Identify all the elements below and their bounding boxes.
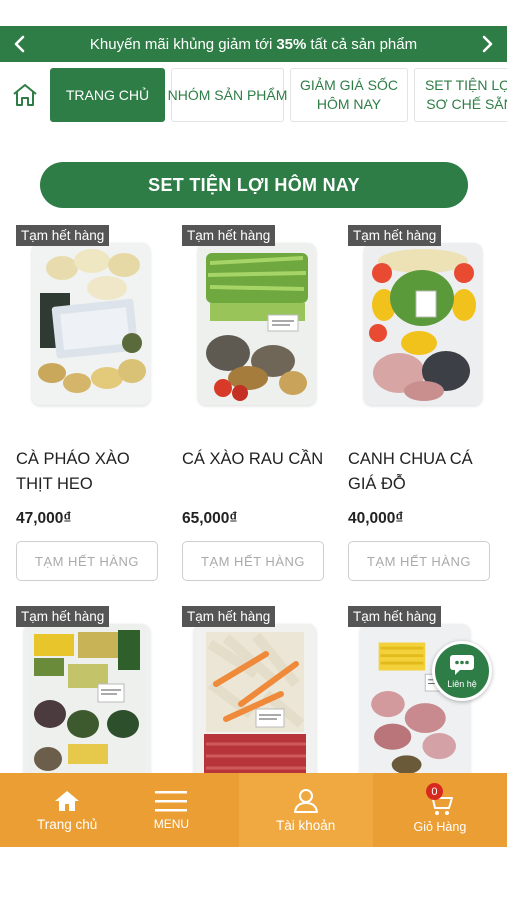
out-of-stock-badge: Tạm hết hàng [348, 606, 442, 627]
out-of-stock-button[interactable]: TẠM HẾT HÀNG [182, 541, 324, 581]
tab-flash-sale[interactable]: GIẢM GIÁ SỐC HÔM NAY [290, 68, 408, 122]
promo-highlight: 35% [276, 35, 307, 53]
beef-carrot-tray-image [194, 624, 316, 786]
bottom-nav-account-label: Tài khoản [275, 817, 336, 833]
promo-prev-button[interactable] [2, 26, 38, 62]
product-name[interactable]: CÀ PHÁO XÀO THỊT HEO [16, 447, 166, 497]
product-card[interactable]: Tạm hết hàng CÀ PHÁO XÀO THỊT HEO 47,000… [16, 225, 166, 581]
canh-chua-tray-image [364, 243, 482, 405]
hamburger-menu-icon [155, 791, 188, 812]
product-card[interactable]: Tạm hết hàng CANH CHUA CÁ GIÁ ĐỖ 40,000₫… [348, 225, 498, 581]
promo-text-after: tất cả sản phẩm [310, 35, 418, 53]
out-of-stock-badge: Tạm hết hàng [348, 225, 442, 246]
chevron-right-icon [482, 35, 493, 53]
tab-label: NHÓM SẢN PHẨM [167, 86, 288, 103]
tab-product-groups[interactable]: NHÓM SẢN PHẨM [168, 68, 287, 122]
section-title: SET TIỆN LỢI HÔM NAY [148, 174, 360, 195]
ca-rau-can-tray-image [198, 243, 316, 405]
promo-text: Khuyến mãi khủng giảm tới [89, 35, 273, 53]
out-of-stock-button[interactable]: TẠM HẾT HÀNG [348, 541, 490, 581]
out-of-stock-button[interactable]: TẠM HẾT HÀNG [16, 541, 158, 581]
product-name[interactable]: CANH CHUA CÁ GIÁ ĐỖ [348, 447, 498, 497]
chat-bubble-icon [450, 654, 474, 675]
section-title-banner[interactable]: SET TIỆN LỢI HÔM NAY [40, 162, 468, 208]
tab-label: TRANG CHỦ [65, 86, 150, 103]
tab-convenience-sets[interactable]: SET TIỆN LỢI SƠ CHẾ SẴN [414, 68, 507, 122]
category-nav: TRANG CHỦ NHÓM SẢN PHẨM GIẢM GIÁ SỐC HÔM… [0, 67, 507, 123]
out-of-stock-badge: Tạm hết hàng [182, 606, 276, 627]
vegetable-tray-image [24, 624, 150, 786]
promo-next-button[interactable] [469, 26, 505, 62]
product-name[interactable]: CÁ XÀO RAU CẦN [182, 447, 332, 472]
tab-label: SET TIỆN LỢI SƠ CHẾ SẴN [424, 77, 507, 112]
cart-count-badge: 0 [425, 783, 443, 800]
product-image[interactable]: Tạm hết hàng [16, 606, 166, 796]
product-card[interactable]: Tạm hết hàng [182, 606, 332, 796]
bottom-nav-cart-label: Giỏ Hàng [413, 820, 467, 834]
product-image[interactable]: Tạm hết hàng [348, 225, 498, 415]
tab-label: GIẢM GIÁ SỐC HÔM NAY [299, 77, 398, 112]
chat-label: Liên hệ [447, 678, 477, 689]
promo-bar: Khuyến mãi khủng giảm tới 35% tất cả sản… [0, 26, 507, 62]
product-image[interactable]: Tạm hết hàng [348, 606, 498, 796]
bottom-nav-home-label: Trang chủ [36, 816, 98, 832]
product-image[interactable]: Tạm hết hàng [16, 225, 166, 415]
home-icon [55, 790, 80, 811]
product-image[interactable]: Tạm hết hàng [182, 606, 332, 796]
product-card[interactable]: Tạm hết hàng CÁ XÀO RAU CẦN 65,000₫ TẠM … [182, 225, 332, 581]
out-of-stock-badge: Tạm hết hàng [182, 225, 276, 246]
home-outline-icon [13, 84, 37, 106]
product-image[interactable]: Tạm hết hàng [182, 225, 332, 415]
out-of-stock-badge: Tạm hết hàng [16, 225, 110, 246]
ca-phao-tray-image [32, 243, 150, 405]
bottom-nav-menu-label: MENU [153, 817, 190, 831]
bottom-nav: Trang chủ MENU Tài khoản 0 Giỏ Hàng [0, 773, 507, 847]
nav-home-button[interactable] [0, 67, 50, 123]
product-price: 65,000₫ [182, 510, 238, 527]
out-of-stock-badge: Tạm hết hàng [16, 606, 110, 627]
bottom-nav-account[interactable]: Tài khoản [238, 773, 373, 847]
chevron-left-icon [14, 35, 25, 53]
bottom-nav-menu[interactable]: MENU [104, 773, 238, 847]
product-price: 47,000₫ [16, 510, 72, 527]
tab-home[interactable]: TRANG CHỦ [50, 68, 165, 122]
contact-chat-button[interactable]: Liên hệ [432, 641, 492, 701]
bottom-nav-cart[interactable]: 0 Giỏ Hàng [373, 773, 507, 847]
product-card[interactable]: Tạm hết hàng [16, 606, 166, 796]
product-price: 40,000₫ [348, 510, 404, 527]
user-icon [293, 788, 318, 813]
product-card[interactable]: Tạm hết hàng [348, 606, 498, 796]
